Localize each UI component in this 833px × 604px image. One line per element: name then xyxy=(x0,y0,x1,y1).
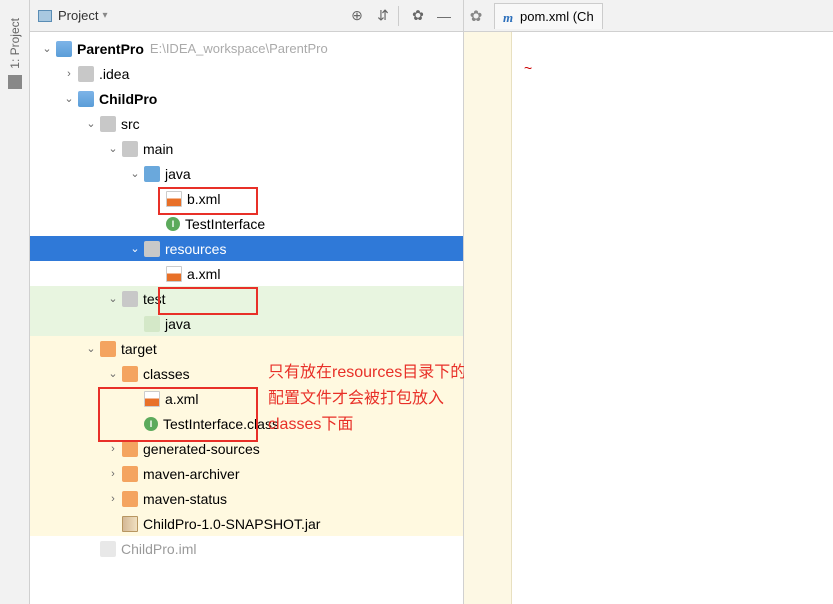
node-label: generated-sources xyxy=(143,441,260,457)
tree-node-resources[interactable]: ⌄ resources xyxy=(30,236,463,261)
interface-icon: I xyxy=(144,417,158,431)
folder-icon xyxy=(78,66,94,82)
folder-icon xyxy=(122,141,138,157)
tree-node-testinterface[interactable]: · I TestInterface xyxy=(30,211,463,236)
xml-file-icon xyxy=(144,391,160,407)
error-squiggle: ~ xyxy=(524,60,532,76)
editor-tab-pom[interactable]: m pom.xml (Ch xyxy=(494,3,603,29)
node-label: b.xml xyxy=(187,191,220,207)
node-label: maven-archiver xyxy=(143,466,239,482)
node-label: ParentPro xyxy=(77,41,144,57)
project-panel: Project ▾ ⊕ ⇵ ✿ — ⌄ ParentPro E:\IDEA_wo… xyxy=(30,0,464,604)
chevron-down-icon[interactable]: ⌄ xyxy=(106,292,120,306)
tree-node-java[interactable]: ⌄ java xyxy=(30,161,463,186)
tree-node-main[interactable]: ⌄ main xyxy=(30,136,463,161)
tree-node-axml[interactable]: · a.xml xyxy=(30,261,463,286)
panel-header: Project ▾ ⊕ ⇵ ✿ — xyxy=(30,0,463,32)
node-label: target xyxy=(121,341,157,357)
settings-icon[interactable]: ✿ xyxy=(407,5,429,27)
editor-gutter xyxy=(464,32,512,604)
tree-node-generated-sources[interactable]: › generated-sources xyxy=(30,436,463,461)
chevron-down-icon[interactable]: ⌄ xyxy=(128,167,142,181)
editor-tabs: m pom.xml (Ch xyxy=(488,0,833,32)
node-label: resources xyxy=(165,241,226,257)
maven-icon: m xyxy=(503,10,515,22)
resources-folder-icon xyxy=(144,241,160,257)
divider xyxy=(398,6,399,26)
xml-file-icon xyxy=(166,191,182,207)
tree-node-java-test[interactable]: · java xyxy=(30,311,463,336)
editor-panel: ✿ m pom.xml (Ch ~ xyxy=(464,0,833,604)
gear-icon[interactable]: ✿ xyxy=(464,0,488,32)
node-label: ChildPro-1.0-SNAPSHOT.jar xyxy=(143,516,320,532)
node-label: TestInterface xyxy=(185,216,265,232)
annotation-text: 只有放在resources目录下的配置文件才会被打包放入classes下面 xyxy=(268,360,468,438)
node-label: main xyxy=(143,141,173,157)
chevron-right-icon[interactable]: › xyxy=(62,67,76,81)
node-label: TestInterface.class xyxy=(163,416,279,432)
node-path: E:\IDEA_workspace\ParentPro xyxy=(150,41,328,56)
excluded-folder-icon xyxy=(100,341,116,357)
node-label: test xyxy=(143,291,166,307)
folder-icon xyxy=(122,491,138,507)
hide-icon[interactable]: — xyxy=(433,5,455,27)
file-icon xyxy=(100,541,116,557)
node-label: src xyxy=(121,116,140,132)
chevron-right-icon[interactable]: › xyxy=(106,492,120,506)
node-label: java xyxy=(165,316,191,332)
chevron-down-icon[interactable]: ⌄ xyxy=(128,242,142,256)
chevron-right-icon[interactable]: › xyxy=(106,442,120,456)
locate-icon[interactable]: ⊕ xyxy=(346,5,368,27)
folder-icon xyxy=(122,441,138,457)
tree-node-target[interactable]: ⌄ target xyxy=(30,336,463,361)
tree-node-snapshot-jar[interactable]: · ChildPro-1.0-SNAPSHOT.jar xyxy=(30,511,463,536)
tree-node-idea[interactable]: › .idea xyxy=(30,61,463,86)
folder-icon xyxy=(122,366,138,382)
folder-icon xyxy=(122,291,138,307)
node-label: maven-status xyxy=(143,491,227,507)
module-icon xyxy=(78,91,94,107)
tree-node-maven-archiver[interactable]: › maven-archiver xyxy=(30,461,463,486)
node-label: a.xml xyxy=(187,266,220,282)
node-label: classes xyxy=(143,366,190,382)
project-tool-tab[interactable]: 1: Project xyxy=(0,0,30,604)
project-view-icon xyxy=(38,10,52,22)
tree-node-src[interactable]: ⌄ src xyxy=(30,111,463,136)
tree-node-test[interactable]: ⌄ test xyxy=(30,286,463,311)
project-tree[interactable]: ⌄ ParentPro E:\IDEA_workspace\ParentPro … xyxy=(30,32,463,604)
tree-node-maven-status[interactable]: › maven-status xyxy=(30,486,463,511)
node-label: .idea xyxy=(99,66,129,82)
folder-icon xyxy=(100,116,116,132)
tab-label: pom.xml (Ch xyxy=(520,9,594,24)
folder-icon xyxy=(122,466,138,482)
chevron-down-icon[interactable]: ⌄ xyxy=(84,117,98,131)
chevron-down-icon[interactable]: ▾ xyxy=(102,10,107,21)
tree-node-childpro[interactable]: ⌄ ChildPro xyxy=(30,86,463,111)
xml-file-icon xyxy=(166,266,182,282)
node-label: a.xml xyxy=(165,391,198,407)
module-icon xyxy=(56,41,72,57)
collapse-icon[interactable]: ⇵ xyxy=(372,5,394,27)
node-label: ChildPro.iml xyxy=(121,541,196,557)
tree-node-parentpro[interactable]: ⌄ ParentPro E:\IDEA_workspace\ParentPro xyxy=(30,36,463,61)
chevron-down-icon[interactable]: ⌄ xyxy=(62,92,76,106)
chevron-down-icon[interactable]: ⌄ xyxy=(84,342,98,356)
node-label: ChildPro xyxy=(99,91,157,107)
interface-icon: I xyxy=(166,217,180,231)
tree-node-bxml[interactable]: · b.xml xyxy=(30,186,463,211)
chevron-right-icon[interactable]: › xyxy=(106,467,120,481)
chevron-down-icon[interactable]: ⌄ xyxy=(40,42,54,56)
chevron-down-icon[interactable]: ⌄ xyxy=(106,142,120,156)
test-folder-icon xyxy=(144,316,160,332)
jar-file-icon xyxy=(122,516,138,532)
sidebar-tab-label: 1: Project xyxy=(8,18,22,69)
editor-body[interactable]: ~ xyxy=(464,32,833,604)
panel-title[interactable]: Project xyxy=(58,8,98,23)
chevron-down-icon[interactable]: ⌄ xyxy=(106,367,120,381)
tree-node-iml[interactable]: · ChildPro.iml xyxy=(30,536,463,561)
source-folder-icon xyxy=(144,166,160,182)
project-tab-icon xyxy=(8,75,22,89)
node-label: java xyxy=(165,166,191,182)
